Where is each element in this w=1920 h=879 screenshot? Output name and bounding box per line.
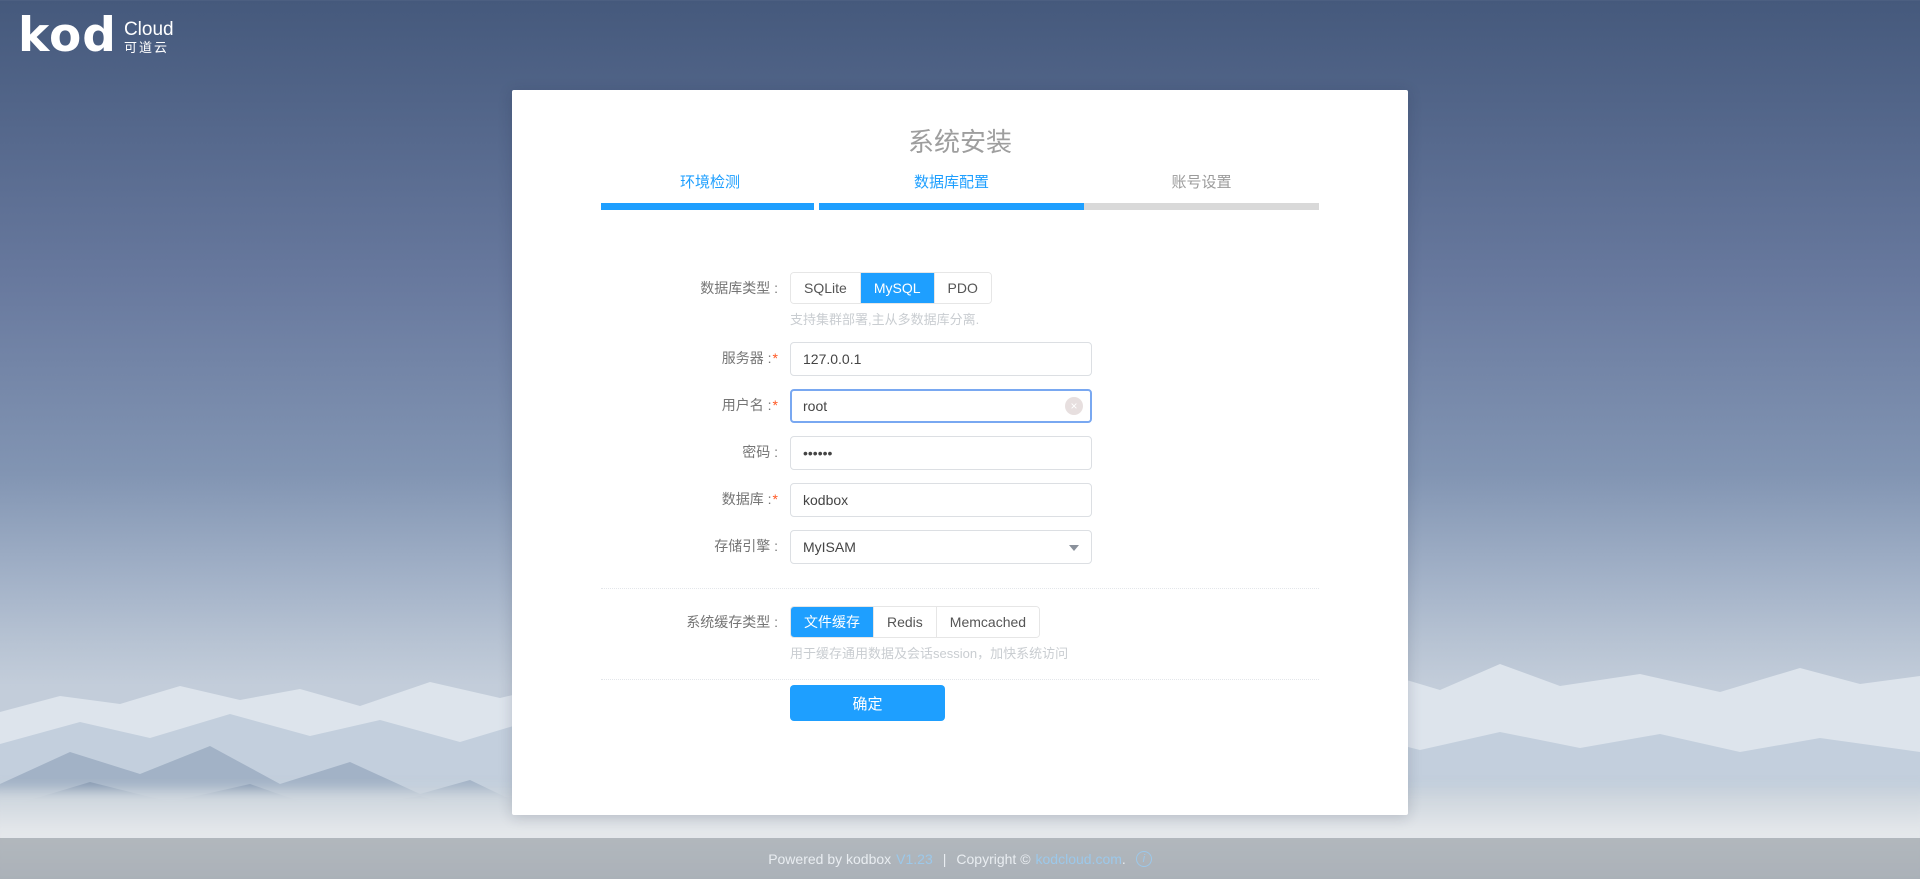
cache-type-row: 系统缓存类型 : 文件缓存 Redis Memcached 用于缓存通用数据及会… — [601, 606, 1319, 663]
progress-segment-step2 — [819, 203, 1084, 210]
page-title: 系统安装 — [601, 123, 1319, 161]
server-label: 服务器 : — [722, 350, 772, 366]
cache-type-helper-text: 用于缓存通用数据及会话session，加快系统访问 — [790, 644, 1150, 663]
install-card: 系统安装 环境检测 数据库配置 账号设置 数据库类型 : SQLite MySQ… — [512, 90, 1408, 815]
cache-file-button[interactable]: 文件缓存 — [791, 607, 874, 637]
page-footer: Powered by kodbox V1.23 | Copyright © ko… — [0, 838, 1920, 879]
database-name-input[interactable] — [790, 483, 1092, 517]
db-type-helper-text: 支持集群部署,主从多数据库分离. — [790, 310, 1092, 329]
db-type-label: 数据库类型 : — [601, 272, 778, 329]
powered-by-text: Powered by kodbox — [768, 851, 891, 867]
cache-type-label: 系统缓存类型 : — [601, 606, 778, 663]
storage-engine-select[interactable]: MyISAM — [790, 530, 1092, 564]
db-type-row: 数据库类型 : SQLite MySQL PDO 支持集群部署,主从多数据库分离… — [601, 272, 1319, 329]
server-required-mark: * — [773, 350, 778, 366]
storage-engine-row: 存储引擎 : MyISAM — [601, 530, 1319, 564]
database-name-row: 数据库 :* — [601, 483, 1319, 517]
info-icon[interactable]: i — [1136, 851, 1152, 867]
db-type-mysql-button[interactable]: MySQL — [861, 273, 935, 303]
footer-separator: | — [943, 851, 947, 867]
copyright-text: Copyright © — [956, 851, 1030, 867]
server-input[interactable] — [790, 342, 1092, 376]
storage-engine-label: 存储引擎 : — [714, 538, 778, 554]
kodcloud-logo: kod Cloud 可道云 — [18, 14, 174, 58]
username-input[interactable] — [790, 389, 1092, 423]
tab-account-setup[interactable]: 账号设置 — [1084, 171, 1319, 195]
db-type-pdo-button[interactable]: PDO — [935, 273, 991, 303]
confirm-button[interactable]: 确定 — [790, 685, 945, 721]
section-divider — [601, 588, 1319, 589]
password-label: 密码 : — [742, 444, 778, 460]
database-name-label: 数据库 : — [722, 491, 772, 507]
db-type-sqlite-button[interactable]: SQLite — [791, 273, 861, 303]
cache-redis-button[interactable]: Redis — [874, 607, 937, 637]
db-type-button-group: SQLite MySQL PDO — [790, 272, 992, 304]
logo-chinese-text: 可道云 — [124, 41, 174, 55]
username-required-mark: * — [773, 397, 778, 413]
install-progress-bar — [601, 203, 1319, 210]
password-row: 密码 : — [601, 436, 1319, 470]
cache-type-button-group: 文件缓存 Redis Memcached — [790, 606, 1040, 638]
password-input[interactable] — [790, 436, 1092, 470]
clear-input-icon[interactable]: × — [1065, 397, 1083, 415]
footer-period: . — [1122, 851, 1126, 867]
database-required-mark: * — [773, 491, 778, 507]
kodcloud-link[interactable]: kodcloud.com — [1036, 851, 1122, 867]
cache-memcached-button[interactable]: Memcached — [937, 607, 1039, 637]
progress-segment-step3 — [1084, 203, 1319, 210]
username-label: 用户名 : — [722, 397, 772, 413]
server-row: 服务器 :* — [601, 342, 1319, 376]
logo-kod-text: kod — [18, 14, 117, 58]
logo-cloud-text: Cloud — [124, 20, 174, 41]
chevron-down-icon — [1069, 545, 1079, 551]
database-config-form: 数据库类型 : SQLite MySQL PDO 支持集群部署,主从多数据库分离… — [601, 272, 1319, 721]
version-text: V1.23 — [896, 851, 933, 867]
tab-environment-check[interactable]: 环境检测 — [601, 171, 819, 195]
tab-database-config[interactable]: 数据库配置 — [819, 171, 1084, 195]
username-row: 用户名 :* × — [601, 389, 1319, 423]
progress-segment-step1 — [601, 203, 814, 210]
install-steps-tabs: 环境检测 数据库配置 账号设置 — [601, 171, 1319, 195]
storage-engine-value: MyISAM — [803, 539, 856, 555]
section-divider — [601, 679, 1319, 680]
